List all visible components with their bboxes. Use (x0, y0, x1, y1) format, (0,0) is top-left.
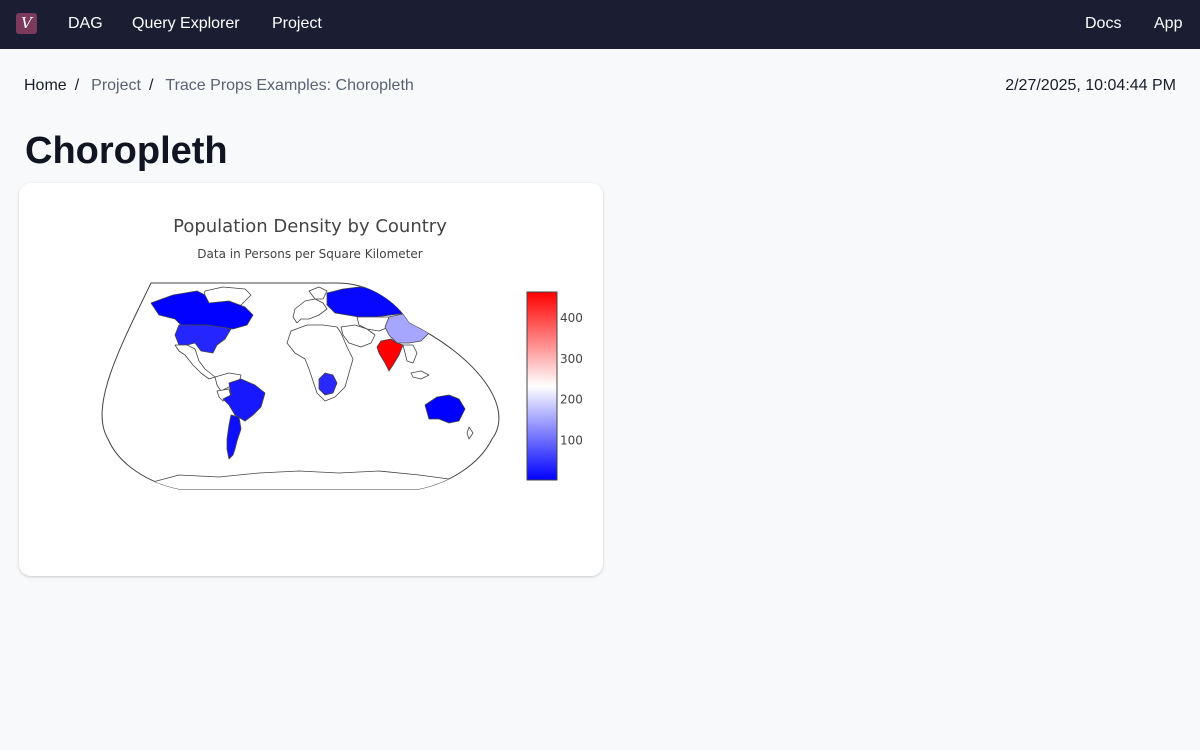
breadcrumb-home[interactable]: Home (24, 75, 67, 97)
timestamp: 2/27/2025, 10:04:44 PM (1005, 77, 1176, 94)
breadcrumb-current: Trace Props Examples: Choropleth (165, 77, 414, 94)
colorbar-tick-label: 100 (560, 433, 583, 447)
nav-link-app[interactable]: App (1154, 14, 1182, 34)
breadcrumb-separator: / (74, 77, 80, 94)
colorbar-ticks: 100 200 300 400 (560, 311, 583, 447)
app-logo[interactable]: V (16, 13, 37, 34)
chart-subtitle: Data in Persons per Square Kilometer (197, 247, 422, 261)
colorbar-tick-label: 200 (560, 393, 583, 407)
country-japan (436, 320, 446, 334)
nav-link-query-explorer[interactable]: Query Explorer (132, 14, 240, 34)
breadcrumb: Home / Project / Trace Props Examples: C… (24, 75, 414, 97)
colorbar (526, 291, 558, 481)
colorbar-tick-label: 300 (560, 352, 583, 366)
colorbar-tick-label: 400 (560, 311, 583, 325)
nav-link-dag[interactable]: DAG (68, 14, 103, 34)
chart-card: Population Density by Country Data in Pe… (19, 183, 603, 576)
chart-title: Population Density by Country (173, 216, 447, 237)
choropleth-chart[interactable]: Population Density by Country Data in Pe… (19, 183, 603, 576)
nav-link-project[interactable]: Project (272, 14, 322, 34)
breadcrumb-separator: / (148, 77, 154, 94)
nav-link-docs[interactable]: Docs (1085, 14, 1121, 34)
page-title: Choropleth (25, 130, 228, 172)
breadcrumb-project[interactable]: Project (91, 75, 141, 97)
top-navbar: V DAG Query Explorer Project Docs App (0, 0, 1200, 49)
